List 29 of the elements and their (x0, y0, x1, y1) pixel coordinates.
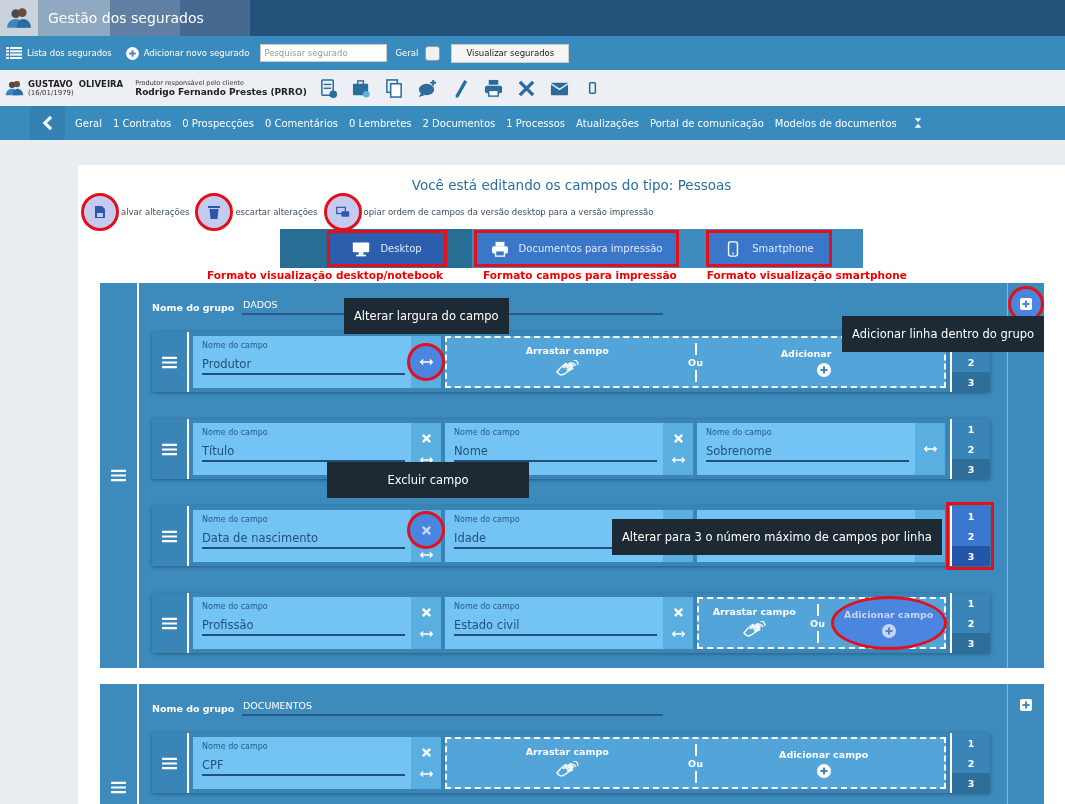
field-caption: Nome do campo (202, 341, 268, 350)
field-caption: Nome do campo (202, 742, 268, 751)
or-label: Ou (688, 756, 703, 771)
field-caption: Nome do campo (202, 428, 268, 437)
drag-label: Arrastar campo (525, 344, 609, 356)
drag-label: Arrastar campo (712, 605, 796, 617)
tooltip: Excluir campo (327, 462, 529, 498)
filter-label: Geral (395, 48, 419, 58)
or-label: Ou (810, 616, 825, 631)
group-name-label: Nome do grupo (152, 702, 236, 714)
editor-heading: Você está editando os campos do tipo: Pessoas (410, 176, 733, 195)
mode-caption: Formato visualização desktop/notebook (207, 269, 444, 282)
tooltip: Alterar para 3 o número máximo de campos por linha (612, 519, 942, 555)
group-name-label: Nome do grupo (152, 301, 236, 313)
field-caption: Nome do campo (454, 428, 520, 437)
tooltip: Adicionar linha dentro do grupo (842, 316, 1045, 352)
field-caption: Nome do campo (454, 515, 520, 524)
mode-caption: Formato campos para impressão (483, 269, 677, 282)
window-title: Gestão dos segurados (48, 10, 204, 26)
drag-label: Arrastar campo (525, 745, 609, 757)
field-caption: Nome do campo (202, 515, 268, 524)
producer-name: Rodrigo Fernando Prestes (PRRO) (135, 87, 307, 97)
tooltip: Alterar largura do campo (344, 298, 509, 334)
field-caption: Nome do campo (706, 428, 772, 437)
mode-caption: Formato visualização smartphone (706, 269, 907, 282)
field-caption: Nome do campo (454, 602, 520, 611)
client-name: GUSTAVO OLIVEIRA (28, 79, 124, 89)
field-caption: Nome do campo (202, 602, 268, 611)
or-label: Ou (688, 355, 703, 370)
